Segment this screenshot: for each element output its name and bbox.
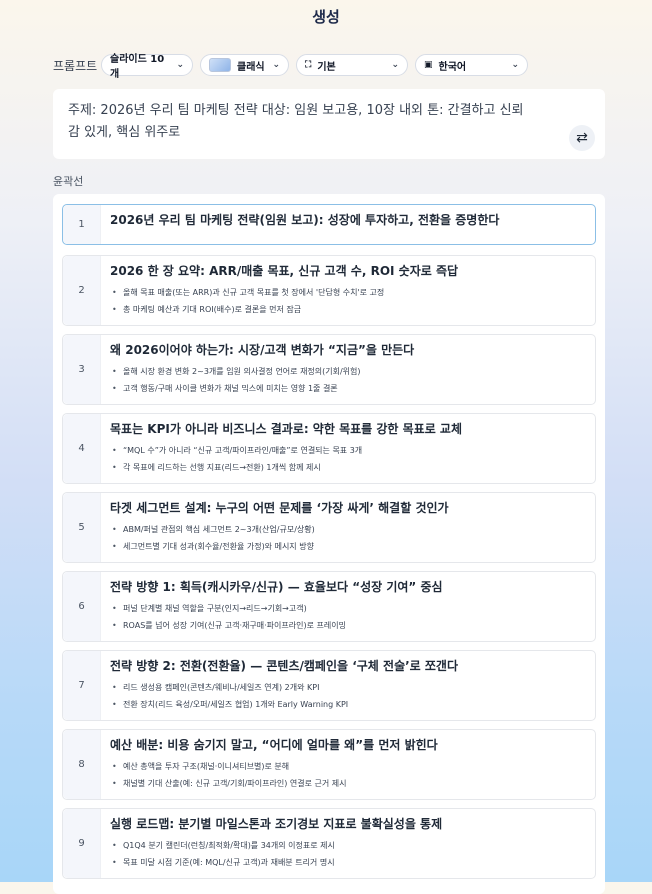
chevron-down-icon: ⌄ [391, 60, 399, 70]
outline-card[interactable]: 7 전략 방향 2: 전환(전환율) — 콘텐츠/캠페인을 ‘구체 전술’로 쪼갠… [62, 650, 596, 721]
outline-card[interactable]: 9 실행 로드맵: 분기별 마일스톤과 조기경보 지표로 불확실성을 통제 Q1Q4… [62, 808, 596, 879]
outline-card-number: 6 [63, 572, 101, 641]
outline-label: 윤곽선 [53, 175, 84, 188]
layout-select[interactable]: ⛶ 기본 ⌄ [296, 54, 408, 76]
outline-card-number: 9 [63, 809, 101, 878]
outline-card-title[interactable]: 타겟 세그먼트 설계: 누구의 어떤 문제를 ‘가장 싸게’ 해결할 것인가 [110, 499, 585, 517]
outline-card-number: 5 [63, 493, 101, 562]
outline-card-content: 전략 방향 1: 획득(캐시카우/신규) — 효율보다 “성장 기여” 중심퍼널… [101, 572, 595, 641]
chevron-down-icon: ⌄ [176, 60, 184, 70]
outline-card-content: 목표는 KPI가 아니라 비즈니스 결과로: 약한 목표를 강한 목표로 교체 “… [101, 414, 595, 483]
chevron-down-icon: ⌄ [511, 60, 519, 70]
outline-card-bullet[interactable]: 리드 생성용 캠페인(콘텐츠/웨비나/세일즈 연계) 2개와 KPI [110, 679, 585, 696]
slides-count-select[interactable]: 슬라이드 10개 ⌄ [101, 54, 193, 80]
outline-card-number: 8 [63, 730, 101, 799]
outline-card[interactable]: 1 2026년 우리 팀 마케팅 전략(임원 보고): 성장에 투자하고, 전환을… [62, 204, 596, 245]
slides-count-value: 슬라이드 10개 [110, 54, 165, 80]
outline-card-title[interactable]: 전략 방향 1: 획득(캐시카우/신규) — 효율보다 “성장 기여” 중심 [110, 578, 585, 596]
chevron-down-icon: ⌄ [272, 60, 280, 70]
prompt-label: 프롬프트 [53, 58, 98, 73]
outline-card-content: 전략 방향 2: 전환(전환율) — 콘텐츠/캠페인을 ‘구체 전술’로 쪼갠다… [101, 651, 595, 720]
language-value: 한국어 [438, 61, 467, 73]
prompt-toolbar: 프롬프트 슬라이드 10개 ⌄ 클래식 ⌄ ⛶ 기본 ⌄ ▣ 한국어 ⌄ [53, 53, 535, 80]
outline-card[interactable]: 6전략 방향 1: 획득(캐시카우/신규) — 효율보다 “성장 기여” 중심퍼… [62, 571, 596, 642]
outline-card-bullet[interactable]: 예산 총액을 투자 구조(채널·이니셔티브별)로 분해 [110, 758, 585, 775]
language-select[interactable]: ▣ 한국어 ⌄ [415, 54, 528, 76]
language-flag-icon: ▣ [424, 60, 433, 70]
outline-card-title[interactable]: 2026년 우리 팀 마케팅 전략(임원 보고): 성장에 투자하고, 전환을 … [110, 211, 585, 229]
prompt-input[interactable]: 주제: 2026년 우리 팀 마케팅 전략 대상: 임원 보고용, 10장 내외… [53, 89, 605, 159]
outline-card-title[interactable]: 전략 방향 2: 전환(전환율) — 콘텐츠/캠페인을 ‘구체 전술’로 쪼갠다 [110, 657, 585, 675]
swap-arrows-icon: ⇄ [576, 130, 588, 146]
outline-card-number: 2 [63, 256, 101, 325]
outline-card-bullet[interactable]: 퍼널 단계별 채널 역할을 구분(인지→리드→기회→고객) [110, 600, 585, 617]
outline-card-content: 실행 로드맵: 분기별 마일스톤과 조기경보 지표로 불확실성을 통제 Q1Q4 … [101, 809, 595, 878]
outline-card[interactable]: 8예산 배분: 비용 숨기지 말고, “어디에 얼마를 왜”를 먼저 밝힌다예산… [62, 729, 596, 800]
outline-card-content: 타겟 세그먼트 설계: 누구의 어떤 문제를 ‘가장 싸게’ 해결할 것인가 AB… [101, 493, 595, 562]
outline-card-title[interactable]: 예산 배분: 비용 숨기지 말고, “어디에 얼마를 왜”를 먼저 밝힌다 [110, 736, 585, 754]
outline-card-content: 2026년 우리 팀 마케팅 전략(임원 보고): 성장에 투자하고, 전환을 … [101, 205, 595, 244]
theme-thumbnail-icon [209, 58, 231, 72]
outline-card-title[interactable]: 목표는 KPI가 아니라 비즈니스 결과로: 약한 목표를 강한 목표로 교체 [110, 420, 585, 438]
outline-card[interactable]: 2 2026 한 장 요약: ARR/매출 목표, 신규 고객 수, ROI 숫자… [62, 255, 596, 326]
outline-card-bullet[interactable]: 올해 시장 환경 변화 2~3개를 임원 의사결정 언어로 재정의(기회/위험) [110, 363, 585, 380]
outline-card-bullet[interactable]: 목표 미달 시점 기준(예: MQL/신규 고객)과 재배분 트리거 명시 [110, 854, 585, 871]
outline-card-content: 예산 배분: 비용 숨기지 말고, “어디에 얼마를 왜”를 먼저 밝힌다예산 … [101, 730, 595, 799]
outline-card-number: 1 [63, 205, 101, 244]
outline-card-bullet[interactable]: 세그먼트별 기대 성과(회수율/전환율 가정)와 메시지 방향 [110, 538, 585, 555]
outline-card-number: 3 [63, 335, 101, 404]
outline-card-number: 4 [63, 414, 101, 483]
layout-value: 기본 [317, 61, 336, 73]
theme-select[interactable]: 클래식 ⌄ [200, 54, 289, 76]
outline-card-content: 왜 2026이어야 하는가: 시장/고객 변화가 “지금”을 만든다올해 시장 … [101, 335, 595, 404]
outline-card[interactable]: 4 목표는 KPI가 아니라 비즈니스 결과로: 약한 목표를 강한 목표로 교체… [62, 413, 596, 484]
outline-card-title[interactable]: 왜 2026이어야 하는가: 시장/고객 변화가 “지금”을 만든다 [110, 341, 585, 359]
outline-card-title[interactable]: 2026 한 장 요약: ARR/매출 목표, 신규 고객 수, ROI 숫자로… [110, 262, 585, 280]
theme-value: 클래식 [237, 61, 265, 73]
outline-card-bullet[interactable]: 채널별 기대 산출(예: 신규 고객/기회/파이프라인) 연결로 근거 제시 [110, 775, 585, 792]
outline-card-title[interactable]: 실행 로드맵: 분기별 마일스톤과 조기경보 지표로 불확실성을 통제 [110, 815, 585, 833]
outline-card-bullet[interactable]: 총 마케팅 예산과 기대 ROI(배수)로 결론을 먼저 잠금 [110, 301, 585, 318]
outline-card-bullet[interactable]: Q1Q4 분기 캘린더(런칭/최적화/확대)를 34개의 이정표로 제시 [110, 837, 585, 854]
prompt-text: 주제: 2026년 우리 팀 마케팅 전략 대상: 임원 보고용, 10장 내외… [68, 103, 524, 140]
layout-frame-icon: ⛶ [305, 60, 312, 70]
outline-card-content: 2026 한 장 요약: ARR/매출 목표, 신규 고객 수, ROI 숫자로… [101, 256, 595, 325]
refresh-button[interactable]: ⇄ [569, 125, 595, 151]
outline-card-bullet[interactable]: “MQL 수”가 아니라 “신규 고객/파이프라인/매출”로 연결되는 목표 3… [110, 442, 585, 459]
outline-card-bullet[interactable]: 올해 목표 매출(또는 ARR)과 신규 고객 목표를 첫 장에서 '단답형 수… [110, 284, 585, 301]
outline-card-bullet[interactable]: 각 목표에 리드하는 선행 지표(리드→전환) 1개씩 함께 제시 [110, 459, 585, 476]
outline-card-bullet[interactable]: ABM/퍼널 관점의 핵심 세그먼트 2~3개(산업/규모/상황) [110, 521, 585, 538]
outline-card[interactable]: 5 타겟 세그먼트 설계: 누구의 어떤 문제를 ‘가장 싸게’ 해결할 것인가 A… [62, 492, 596, 563]
outline-card-bullet[interactable]: ROAS를 넘어 성장 기여(신규 고객·재구매·파이프라인)로 프레이밍 [110, 617, 585, 634]
outline-card-bullet[interactable]: 고객 행동/구매 사이클 변화가 채널 믹스에 미치는 영향 1줄 결론 [110, 380, 585, 397]
outline-card-bullet[interactable]: 전환 장치(리드 육성/오퍼/세일즈 협업) 1개와 Early Warning… [110, 696, 585, 713]
outline-panel: 1 2026년 우리 팀 마케팅 전략(임원 보고): 성장에 투자하고, 전환을… [53, 194, 605, 894]
page-title: 생성 [312, 8, 340, 26]
outline-card-number: 7 [63, 651, 101, 720]
outline-card[interactable]: 3왜 2026이어야 하는가: 시장/고객 변화가 “지금”을 만든다올해 시장… [62, 334, 596, 405]
